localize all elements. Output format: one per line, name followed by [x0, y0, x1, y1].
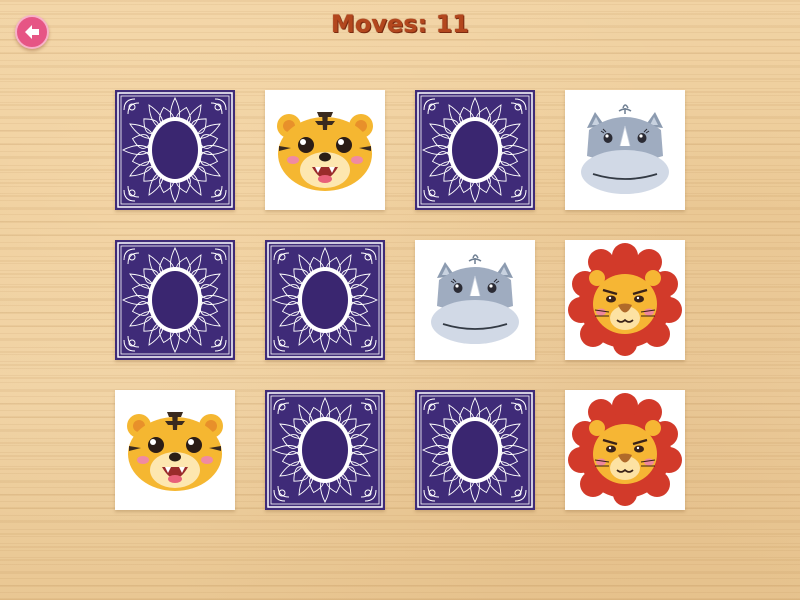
- card-lion[interactable]: [565, 390, 685, 510]
- card-tiger[interactable]: [265, 90, 385, 210]
- card-face-down[interactable]: [415, 390, 535, 510]
- card-lion[interactable]: [565, 240, 685, 360]
- card-face-down[interactable]: [265, 240, 385, 360]
- card-face-down[interactable]: [115, 90, 235, 210]
- card-face-down[interactable]: [415, 90, 535, 210]
- moves-counter: Moves: 11: [331, 10, 469, 38]
- card-rhino[interactable]: [565, 90, 685, 210]
- card-face-down[interactable]: [115, 240, 235, 360]
- card-tiger[interactable]: [115, 390, 235, 510]
- game-board: Moves: 11: [0, 0, 800, 600]
- card-face-down[interactable]: [265, 390, 385, 510]
- card-rhino[interactable]: [415, 240, 535, 360]
